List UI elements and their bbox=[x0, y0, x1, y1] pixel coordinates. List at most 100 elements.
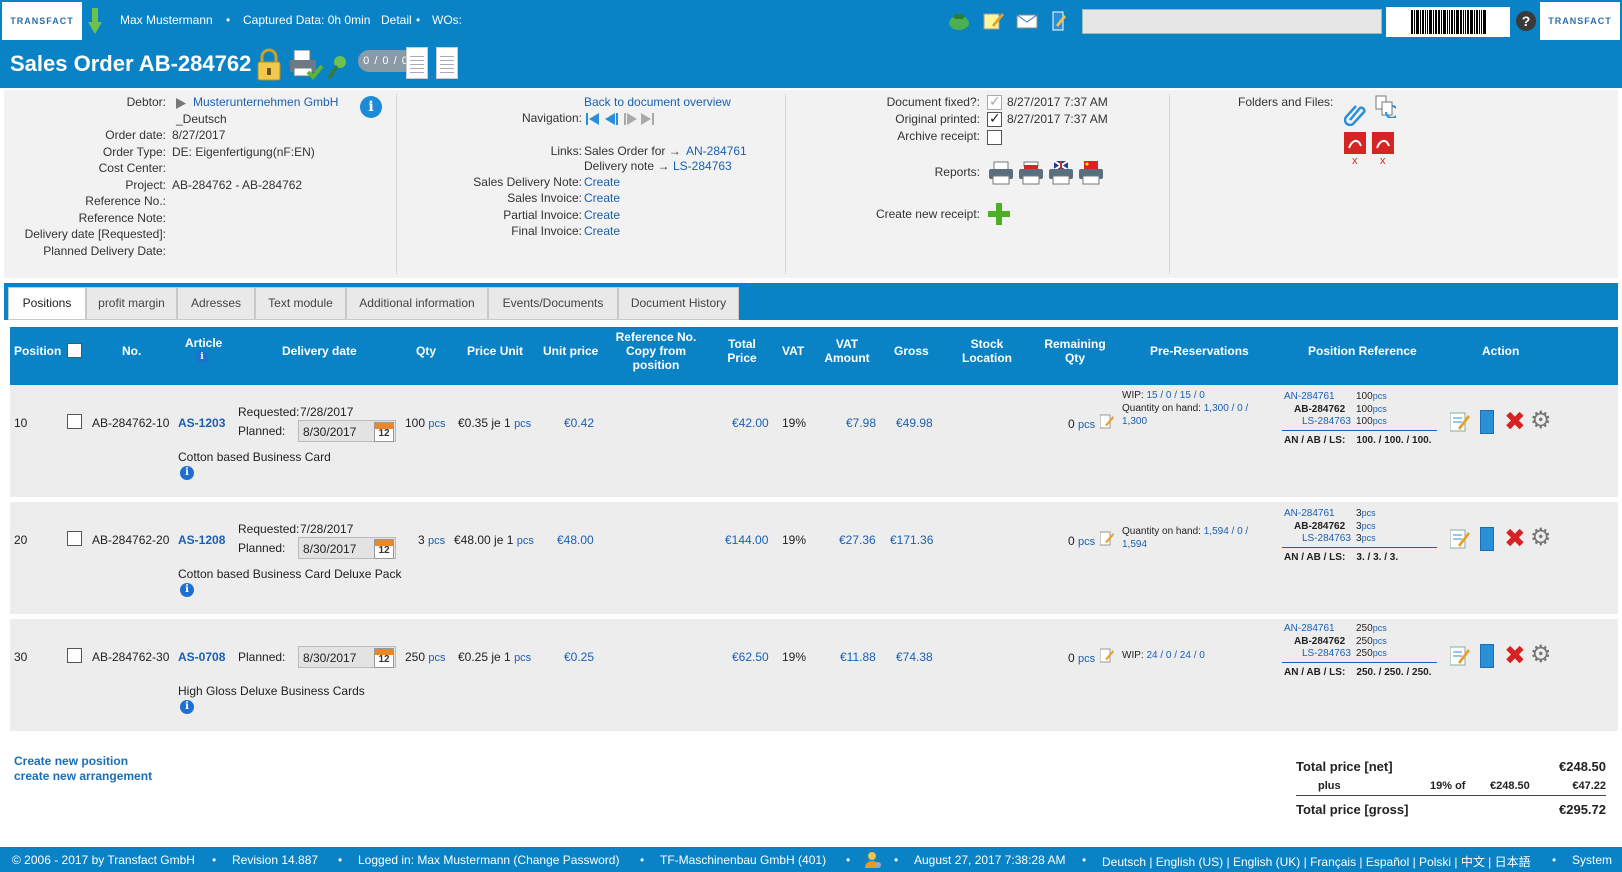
transfact-logo[interactable]: TRANSFACT bbox=[2, 2, 82, 40]
footer-system[interactable]: System bbox=[1572, 853, 1612, 867]
file-sync-icon[interactable] bbox=[1374, 94, 1396, 118]
ref-ls-link[interactable]: LS-284763 bbox=[1302, 416, 1351, 427]
printer-icon[interactable] bbox=[988, 160, 1014, 186]
pdf-file-icon[interactable] bbox=[1372, 132, 1394, 154]
create-sales-invoice-link[interactable]: Create bbox=[584, 191, 620, 205]
create-partial-invoice-link[interactable]: Create bbox=[584, 208, 620, 222]
attachment-paperclip-icon[interactable] bbox=[1344, 102, 1366, 126]
select-all-checkbox[interactable] bbox=[67, 343, 82, 358]
bookmark-icon[interactable] bbox=[1048, 11, 1070, 31]
calendar-icon[interactable]: 12 bbox=[374, 648, 394, 668]
split-position-icon[interactable] bbox=[1480, 527, 1494, 551]
edit-note-icon[interactable] bbox=[1100, 648, 1114, 664]
tab-additional-information[interactable]: Additional information bbox=[346, 287, 488, 320]
captured-data[interactable]: Captured Data: 0h 0min bbox=[243, 13, 370, 27]
article-link[interactable]: AS-1203 bbox=[178, 416, 225, 430]
ref-ls-link[interactable]: LS-284763 bbox=[1302, 533, 1351, 544]
create-delivery-note-link[interactable]: Create bbox=[584, 175, 620, 189]
edit-position-icon[interactable] bbox=[1450, 645, 1470, 667]
col-pre-reservations[interactable]: Pre-Reservations bbox=[1150, 344, 1249, 358]
original-printed-checkbox[interactable] bbox=[987, 110, 1002, 127]
description-info-icon[interactable]: i bbox=[180, 466, 194, 480]
article-info-icon[interactable]: i bbox=[196, 351, 208, 363]
delete-pdf-1[interactable]: x bbox=[1352, 155, 1358, 167]
edit-note-icon[interactable] bbox=[1100, 414, 1114, 430]
ref-ls-link[interactable]: LS-284763 bbox=[1302, 648, 1351, 659]
row-select-checkbox[interactable] bbox=[67, 648, 82, 663]
tab-positions[interactable]: Positions bbox=[8, 287, 86, 320]
detail-link[interactable]: Detail bbox=[381, 13, 412, 27]
col-qty[interactable]: Qty bbox=[416, 344, 436, 358]
col-position-reference[interactable]: Position Reference bbox=[1308, 344, 1417, 358]
tab-document-history[interactable]: Document History bbox=[618, 287, 739, 320]
gear-icon[interactable]: ⚙ bbox=[1530, 409, 1552, 433]
delete-pdf-2[interactable]: x bbox=[1380, 155, 1386, 167]
document-copy-icon[interactable] bbox=[436, 47, 458, 79]
description-info-icon[interactable]: i bbox=[180, 583, 194, 597]
split-position-icon[interactable] bbox=[1480, 410, 1494, 434]
col-vat[interactable]: VAT bbox=[782, 344, 804, 358]
delete-position-icon[interactable]: ✖ bbox=[1504, 642, 1526, 668]
print-check-icon[interactable] bbox=[290, 50, 324, 80]
col-position[interactable]: Position bbox=[14, 344, 61, 358]
quick-search-input[interactable] bbox=[1082, 9, 1382, 34]
tab-events-documents[interactable]: Events/Documents bbox=[488, 287, 618, 320]
row-select-checkbox[interactable] bbox=[67, 414, 82, 429]
col-action[interactable]: Action bbox=[1482, 344, 1519, 358]
col-delivery-date[interactable]: Delivery date bbox=[282, 344, 357, 358]
tab-adresses[interactable]: Adresses bbox=[177, 287, 255, 320]
col-no[interactable]: No. bbox=[122, 344, 141, 358]
ref-an-link[interactable]: AN-284761 bbox=[1284, 623, 1335, 634]
footer-languages[interactable]: Deutsch | English (US) | English (UK) | … bbox=[1102, 853, 1531, 870]
download-arrow-icon[interactable] bbox=[88, 8, 102, 34]
triangle-right-icon[interactable] bbox=[176, 98, 186, 109]
debtor-name-link[interactable]: Musterunternehmen GmbH bbox=[193, 95, 338, 109]
article-link[interactable]: AS-1208 bbox=[178, 533, 225, 547]
lock-icon[interactable] bbox=[256, 48, 282, 82]
add-receipt-plus-icon[interactable] bbox=[988, 203, 1010, 225]
create-final-invoice-link[interactable]: Create bbox=[584, 224, 620, 238]
create-new-arrangement-link[interactable]: create new arrangement bbox=[14, 769, 152, 783]
col-stock-location[interactable]: Stock Location bbox=[960, 337, 1014, 365]
col-unit-price[interactable]: Unit price bbox=[543, 344, 598, 358]
tab-profit-margin[interactable]: profit margin bbox=[86, 287, 177, 320]
gear-icon[interactable]: ⚙ bbox=[1530, 643, 1552, 667]
ref-an-link[interactable]: AN-284761 bbox=[1284, 391, 1335, 402]
article-link[interactable]: AS-0708 bbox=[178, 650, 225, 664]
col-total-price[interactable]: Total Price bbox=[722, 337, 762, 365]
phone-icon[interactable] bbox=[948, 11, 970, 31]
row-select-checkbox[interactable] bbox=[67, 531, 82, 546]
planned-date-input[interactable]: 8/30/2017 12 bbox=[298, 537, 396, 559]
note-pencil-icon[interactable] bbox=[982, 11, 1004, 31]
planned-date-input[interactable]: 8/30/2017 12 bbox=[298, 646, 396, 668]
col-gross[interactable]: Gross bbox=[894, 344, 929, 358]
archive-receipt-checkbox[interactable] bbox=[987, 130, 1002, 145]
printer-chinese-icon[interactable] bbox=[1078, 160, 1104, 186]
info-icon[interactable]: i bbox=[360, 96, 382, 118]
delete-position-icon[interactable]: ✖ bbox=[1504, 408, 1526, 434]
calendar-icon[interactable]: 12 bbox=[374, 539, 394, 559]
footer-logged-in[interactable]: Logged in: Max Mustermann (Change Passwo… bbox=[358, 853, 619, 867]
delete-position-icon[interactable]: ✖ bbox=[1504, 525, 1526, 551]
footer-company[interactable]: TF-Maschinenbau GmbH (401) bbox=[660, 853, 826, 867]
edit-position-icon[interactable] bbox=[1450, 528, 1470, 550]
create-new-position-link[interactable]: Create new position bbox=[14, 754, 128, 768]
edit-position-icon[interactable] bbox=[1450, 411, 1470, 433]
help-icon[interactable]: ? bbox=[1516, 11, 1536, 31]
back-to-overview-link[interactable]: Back to document overview bbox=[584, 95, 731, 109]
planned-date-input[interactable]: 8/30/2017 12 bbox=[298, 420, 396, 442]
pdf-file-icon[interactable] bbox=[1344, 132, 1366, 154]
calendar-icon[interactable]: 12 bbox=[374, 422, 394, 442]
user-name[interactable]: Max Mustermann bbox=[120, 13, 213, 27]
mail-icon[interactable] bbox=[1016, 11, 1038, 31]
printer-polish-icon[interactable] bbox=[1018, 160, 1044, 186]
pin-icon[interactable] bbox=[326, 54, 348, 80]
edit-note-icon[interactable] bbox=[1100, 531, 1114, 547]
record-navigation-icons[interactable] bbox=[586, 112, 656, 126]
col-vat-amount[interactable]: VAT Amount bbox=[822, 337, 872, 365]
split-position-icon[interactable] bbox=[1480, 644, 1494, 668]
gear-icon[interactable]: ⚙ bbox=[1530, 526, 1552, 550]
delivery-note-ls-link[interactable]: LS-284763 bbox=[673, 159, 732, 173]
description-info-icon[interactable]: i bbox=[180, 700, 194, 714]
col-article[interactable]: Article bbox=[185, 336, 222, 350]
